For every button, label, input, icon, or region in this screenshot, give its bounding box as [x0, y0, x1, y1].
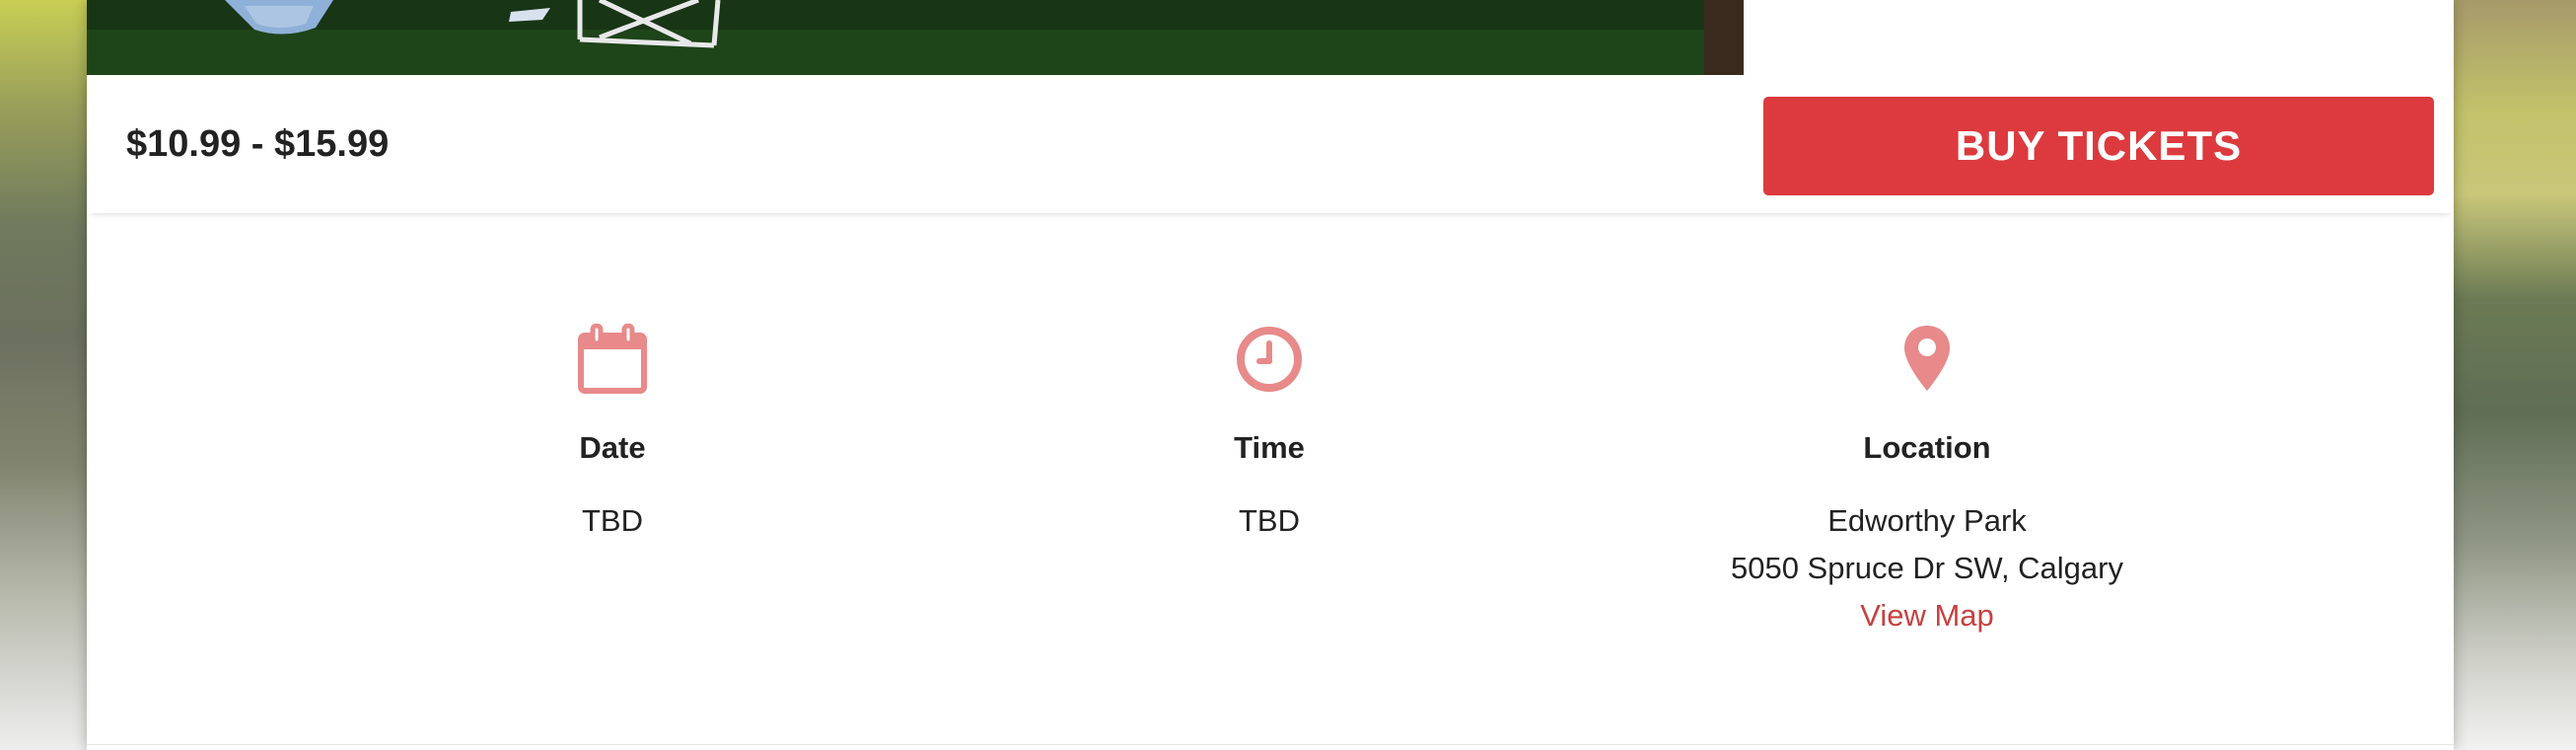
clock-icon	[973, 324, 1565, 395]
date-label: Date	[579, 430, 646, 465]
event-card: $10.99 - $15.99 BUY TICKETS Date TBD Tim…	[87, 0, 2454, 750]
price-bar: $10.99 - $15.99 BUY TICKETS	[87, 75, 2454, 213]
view-map-link[interactable]: View Map	[1860, 598, 1994, 633]
ticket-price-range: $10.99 - $15.99	[126, 123, 390, 165]
event-hero-image	[87, 0, 1744, 75]
hero-side-panel	[1744, 0, 2454, 76]
venue-address: 5050 Spruce Dr SW, Calgary	[1730, 551, 2123, 585]
location-value: Edworthy Park 5050 Spruce Dr SW, Calgary…	[1631, 497, 2223, 639]
date-value: TBD	[582, 503, 643, 538]
divider	[87, 744, 2454, 745]
buy-tickets-button[interactable]: BUY TICKETS	[1763, 97, 2434, 195]
calendar-icon	[317, 324, 908, 395]
venue-name: Edworthy Park	[1827, 503, 2027, 538]
time-value: TBD	[1239, 503, 1300, 538]
background-right	[2454, 0, 2576, 750]
map-pin-icon	[1631, 324, 2223, 395]
location-label: Location	[1863, 430, 1991, 465]
time-label: Time	[1234, 430, 1305, 465]
